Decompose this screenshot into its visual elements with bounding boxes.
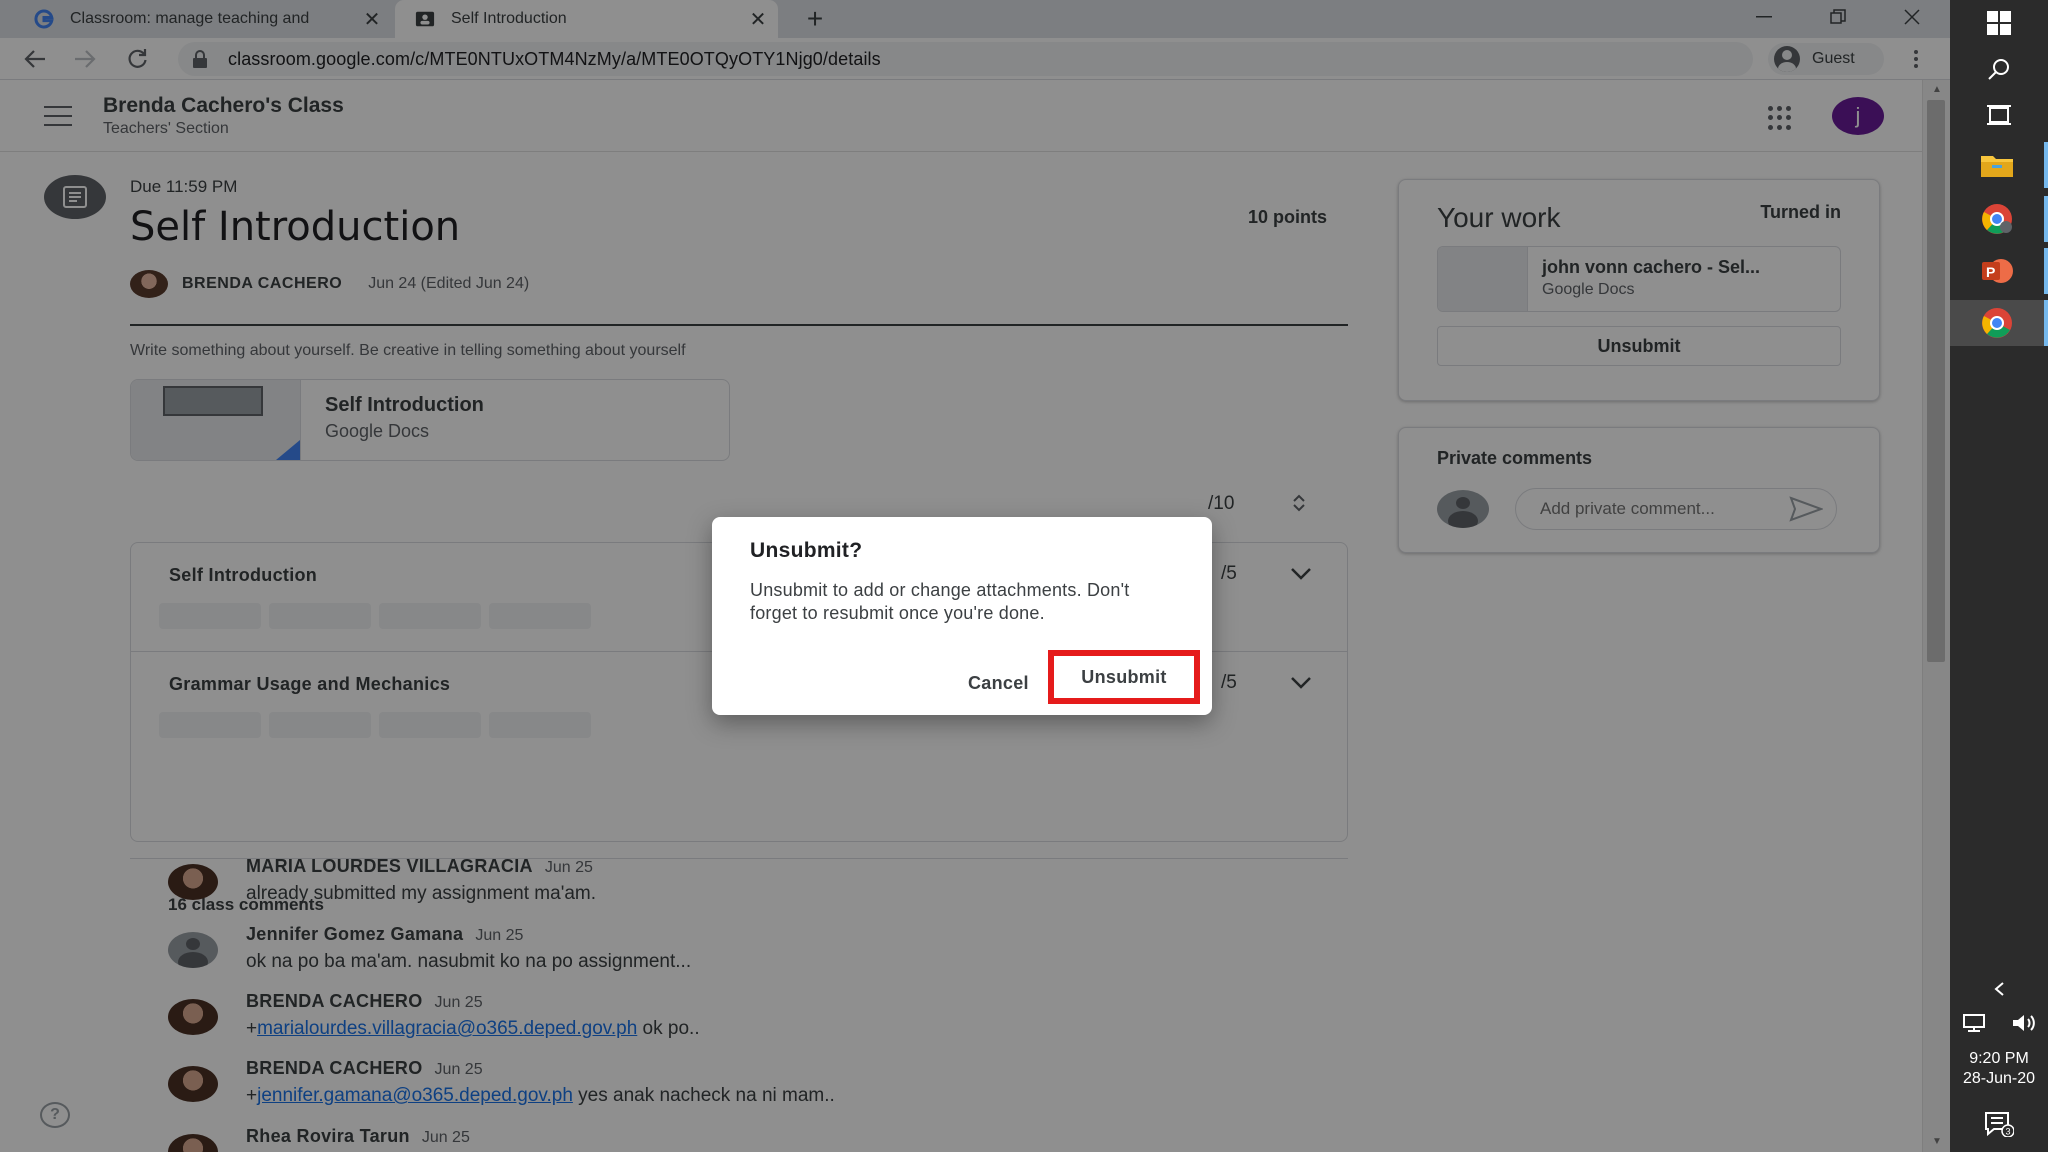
- windows-start-icon[interactable]: [1950, 0, 2048, 46]
- unsubmit-dialog: Unsubmit? Unsubmit to add or change atta…: [712, 517, 1212, 715]
- task-view-icon[interactable]: [1950, 92, 2048, 138]
- powerpoint-icon[interactable]: P: [1950, 248, 2048, 294]
- windows-taskbar: P 9:20 PM 28-Jun-20 3: [1950, 0, 2048, 1152]
- notification-count: 3: [2006, 1127, 2011, 1137]
- notifications-icon[interactable]: 3: [1950, 1104, 2048, 1144]
- chrome-guest-icon[interactable]: [1950, 196, 2048, 242]
- network-icon[interactable]: [1950, 1006, 1999, 1040]
- dialog-body: Unsubmit to add or change attachments. D…: [750, 580, 1130, 623]
- file-explorer-icon[interactable]: [1950, 142, 2048, 188]
- volume-icon[interactable]: [1999, 1006, 2048, 1040]
- confirm-unsubmit-button[interactable]: Unsubmit: [1048, 650, 1200, 704]
- search-icon[interactable]: [1950, 46, 2048, 92]
- dialog-title: Unsubmit?: [750, 539, 863, 562]
- show-hidden-icons-chevron-icon[interactable]: [1950, 974, 2048, 1004]
- chrome-icon[interactable]: [1950, 300, 2048, 346]
- svg-text:P: P: [1986, 264, 1995, 280]
- clock-time[interactable]: 9:20 PM: [1950, 1050, 2048, 1068]
- cancel-button[interactable]: Cancel: [968, 673, 1029, 694]
- clock-date[interactable]: 28-Jun-20: [1950, 1070, 2048, 1088]
